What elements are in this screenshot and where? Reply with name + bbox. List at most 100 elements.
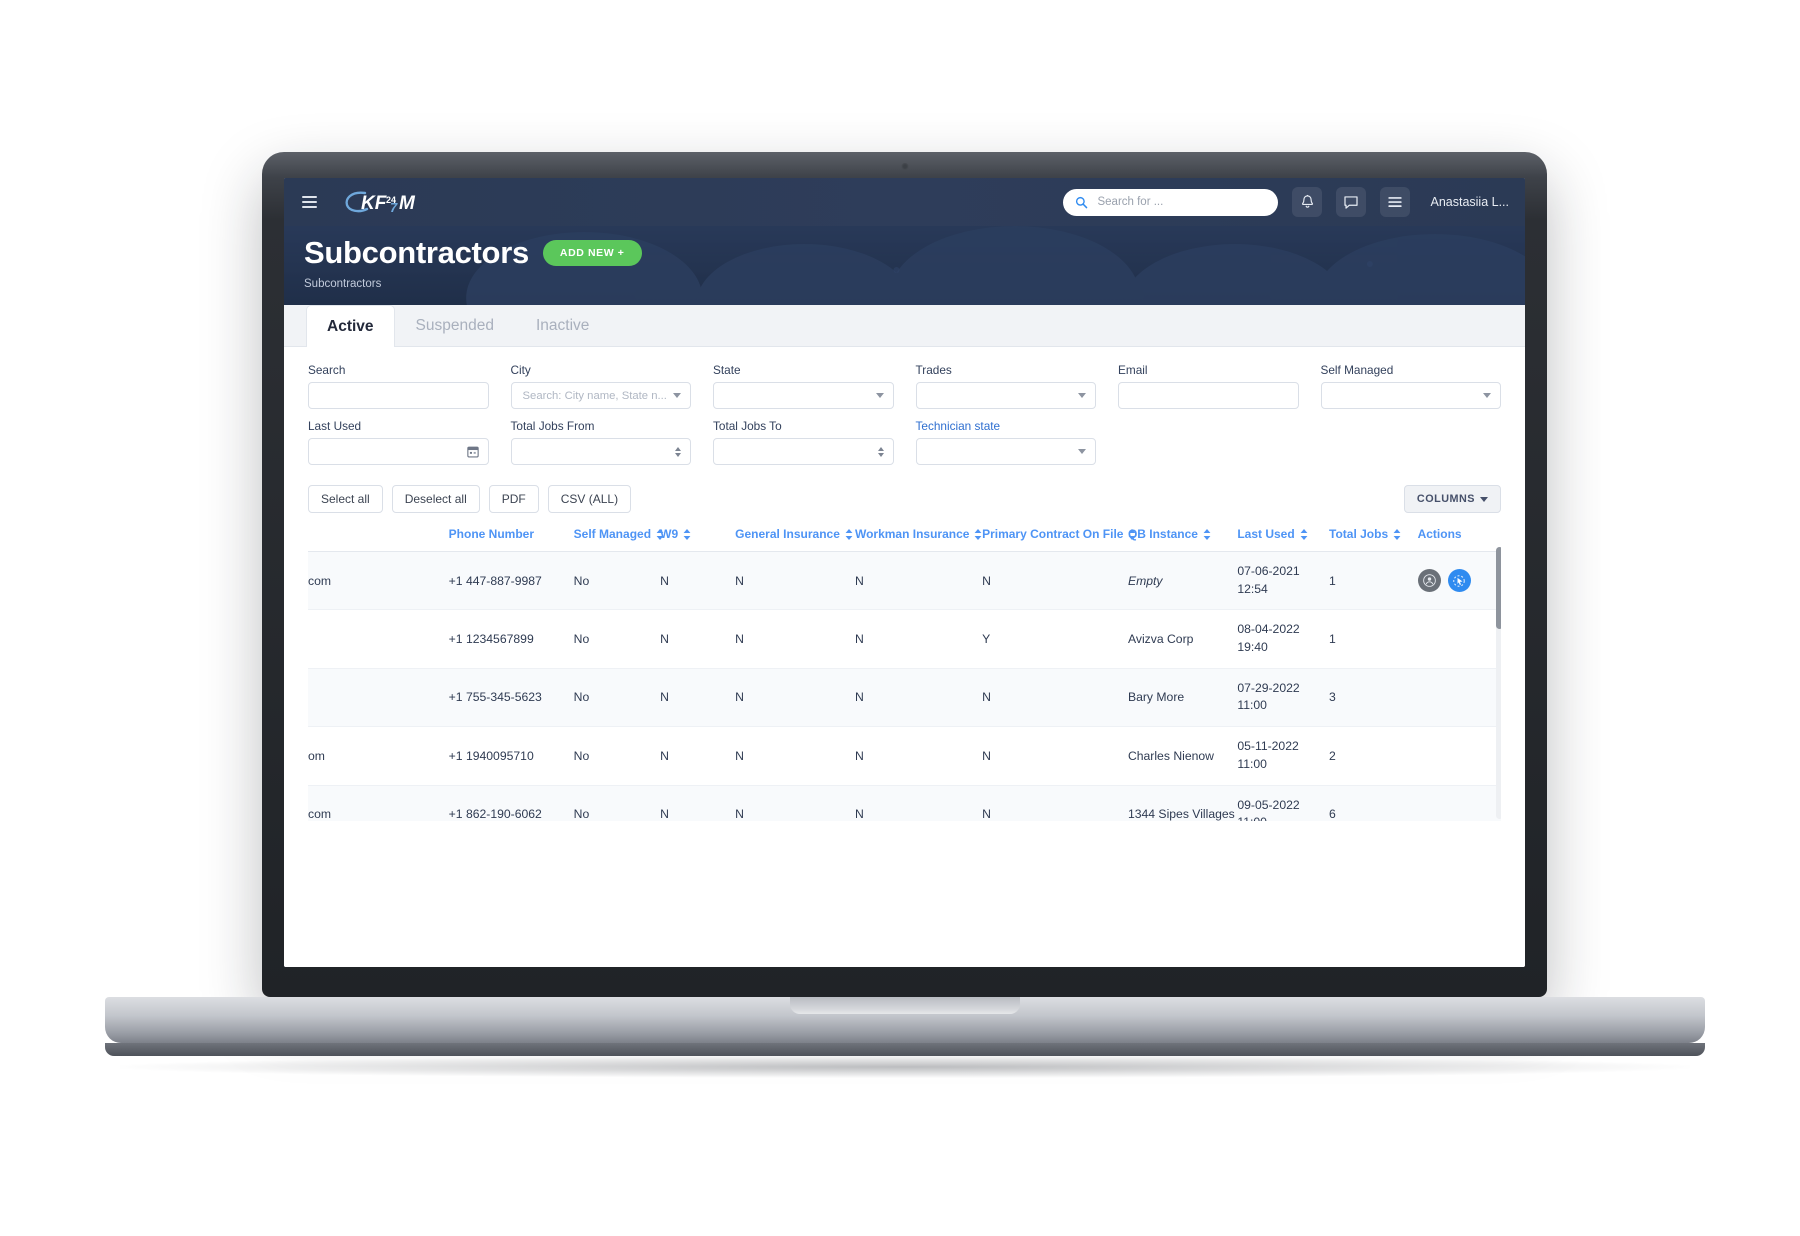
cell-general-insurance: N bbox=[735, 609, 855, 669]
column-header-workman_insurance[interactable]: Workman Insurance bbox=[854, 521, 983, 552]
table-body: com +1 447-887-9987 No N N N N Empty 07-06-2021 1… bbox=[308, 551, 1501, 821]
cell-workman-insurance: N bbox=[854, 785, 983, 821]
column-header-general_insurance[interactable]: General Insurance bbox=[735, 521, 855, 552]
filter-city-input[interactable] bbox=[520, 388, 673, 403]
columns-dropdown-button[interactable]: COLUMNS bbox=[1403, 485, 1501, 513]
filter-self-managed-control[interactable] bbox=[1320, 382, 1501, 409]
column-header-w9[interactable]: W9 bbox=[660, 521, 736, 552]
cell-self-managed: No bbox=[573, 785, 661, 821]
messages-button[interactable] bbox=[1336, 187, 1367, 217]
table-row[interactable]: +1 1234567899 No N N N Y Avizva Corp 08-04-2022… bbox=[308, 609, 1501, 669]
filter-last-used-control[interactable] bbox=[308, 438, 489, 465]
filter-total-jobs-to-input[interactable] bbox=[723, 444, 878, 459]
table-scrollbar-thumb[interactable] bbox=[1496, 547, 1501, 629]
filter-city: City bbox=[510, 363, 691, 409]
search-icon bbox=[1076, 196, 1088, 208]
filter-row2-spacer-a bbox=[1118, 419, 1299, 465]
cell-w9: N bbox=[660, 726, 736, 786]
table-row[interactable]: com +1 447-887-9987 No N N N N Empty 07-06-2021 1… bbox=[308, 551, 1501, 611]
cell-primary-contract: N bbox=[982, 785, 1128, 821]
cell-email: om bbox=[308, 726, 449, 786]
table-row[interactable]: om +1 1940095710 No N N N N Charles Nienow 05-11… bbox=[308, 726, 1501, 786]
last-used-time: 11:00 bbox=[1237, 698, 1267, 713]
filter-last-used-input[interactable] bbox=[318, 444, 467, 459]
pdf-export-button[interactable]: PDF bbox=[488, 485, 539, 513]
chevron-down-icon bbox=[1483, 393, 1491, 398]
column-header-self_managed[interactable]: Self Managed bbox=[573, 521, 664, 552]
filter-city-control[interactable] bbox=[510, 382, 691, 409]
column-header-phone: Phone Number bbox=[448, 521, 574, 552]
sort-icon[interactable] bbox=[1300, 529, 1308, 541]
content-card: Active Suspended Inactive Search City Se… bbox=[284, 305, 1525, 967]
filter-trades-input[interactable] bbox=[925, 388, 1078, 403]
row-action-primary-button[interactable] bbox=[1447, 569, 1471, 593]
filter-trades-control[interactable] bbox=[915, 382, 1096, 409]
cell-total-jobs: 1 bbox=[1329, 551, 1418, 611]
sort-icon[interactable] bbox=[1393, 529, 1401, 541]
filter-search-label: Search bbox=[308, 363, 346, 377]
add-new-button[interactable]: ADD NEW + bbox=[542, 240, 642, 266]
deselect-all-button[interactable]: Deselect all bbox=[391, 485, 480, 513]
table-scrollbar[interactable] bbox=[1496, 547, 1501, 819]
cell-primary-contract: N bbox=[982, 668, 1128, 728]
sort-icon[interactable] bbox=[845, 529, 853, 541]
column-header-last_used[interactable]: Last Used bbox=[1237, 521, 1330, 552]
cell-self-managed: No bbox=[573, 668, 661, 728]
filter-email-input[interactable] bbox=[1128, 388, 1289, 403]
filter-self-managed-input[interactable] bbox=[1330, 388, 1483, 403]
sort-icon[interactable] bbox=[1203, 529, 1211, 541]
filter-technician-state-control[interactable] bbox=[915, 438, 1096, 465]
calendar-icon[interactable] bbox=[466, 445, 479, 458]
csv-export-button[interactable]: CSV (ALL) bbox=[547, 485, 632, 513]
notifications-button[interactable] bbox=[1292, 187, 1323, 217]
cell-email: com bbox=[308, 551, 449, 611]
table-row[interactable]: com +1 862-190-6062 No N N N N 1344 Sipes Villa… bbox=[308, 785, 1501, 821]
filter-state-control[interactable] bbox=[713, 382, 894, 409]
global-search[interactable] bbox=[1063, 188, 1279, 216]
cell-w9: N bbox=[660, 609, 736, 669]
cell-actions bbox=[1417, 785, 1501, 821]
select-all-button[interactable]: Select all bbox=[308, 485, 383, 513]
cell-total-jobs: 3 bbox=[1329, 668, 1418, 728]
filter-technician-state-input[interactable] bbox=[925, 444, 1078, 459]
cell-general-insurance: N bbox=[735, 551, 855, 611]
filter-state-label: State bbox=[713, 363, 741, 377]
tab-active[interactable]: Active bbox=[306, 305, 395, 347]
filter-state-input[interactable] bbox=[723, 388, 876, 403]
filter-row-1: Search City Search: City name, State n..… bbox=[308, 363, 1501, 419]
column-header-primary_contract[interactable]: Primary Contract On File bbox=[982, 521, 1136, 552]
chevron-down-icon bbox=[1480, 496, 1488, 502]
filter-search-control[interactable] bbox=[308, 382, 489, 409]
search-input[interactable] bbox=[1095, 195, 1267, 209]
filter-last-used-label: Last Used bbox=[308, 419, 362, 433]
chevron-down-icon bbox=[1078, 449, 1086, 454]
menu-list-button[interactable] bbox=[1380, 187, 1411, 217]
filter-total-jobs-from-input[interactable] bbox=[520, 444, 675, 459]
page-title: Subcontractors bbox=[304, 235, 529, 270]
filter-search-input[interactable] bbox=[318, 388, 479, 403]
kfm-logo[interactable]: KF 24 7 M bbox=[341, 187, 429, 217]
filter-panel: Search City Search: City name, State n..… bbox=[284, 347, 1525, 475]
column-header-label: General Insurance bbox=[735, 527, 840, 541]
tab-inactive[interactable]: Inactive bbox=[515, 305, 610, 346]
last-used-date: 08-04-2022 bbox=[1237, 622, 1300, 637]
chat-icon bbox=[1344, 195, 1359, 209]
hamburger-icon[interactable] bbox=[300, 192, 319, 212]
user-menu[interactable]: Anastasiia L... bbox=[1430, 195, 1509, 209]
filter-email-control[interactable] bbox=[1118, 382, 1299, 409]
filter-total-jobs-to-control[interactable] bbox=[713, 438, 894, 465]
table-header-row: Phone Number Self Managed W9 General Insura… bbox=[308, 521, 1501, 552]
number-stepper-icon[interactable] bbox=[675, 446, 681, 457]
cell-actions bbox=[1417, 551, 1501, 611]
number-stepper-icon[interactable] bbox=[877, 446, 884, 457]
chevron-down-icon bbox=[875, 393, 884, 398]
filter-total-jobs-from-control[interactable] bbox=[510, 438, 691, 465]
tab-suspended[interactable]: Suspended bbox=[395, 305, 515, 346]
sort-icon[interactable] bbox=[683, 529, 691, 541]
table-row[interactable]: +1 755-345-5623 No N N N N Bary More 07-29-2022… bbox=[308, 668, 1501, 728]
chevron-down-icon bbox=[673, 393, 681, 398]
column-header-qb_instance[interactable]: QB Instance bbox=[1127, 521, 1238, 552]
column-header-total_jobs[interactable]: Total Jobs bbox=[1329, 521, 1418, 552]
row-action-technician-button[interactable] bbox=[1417, 569, 1441, 593]
svg-text:KF: KF bbox=[361, 193, 388, 214]
